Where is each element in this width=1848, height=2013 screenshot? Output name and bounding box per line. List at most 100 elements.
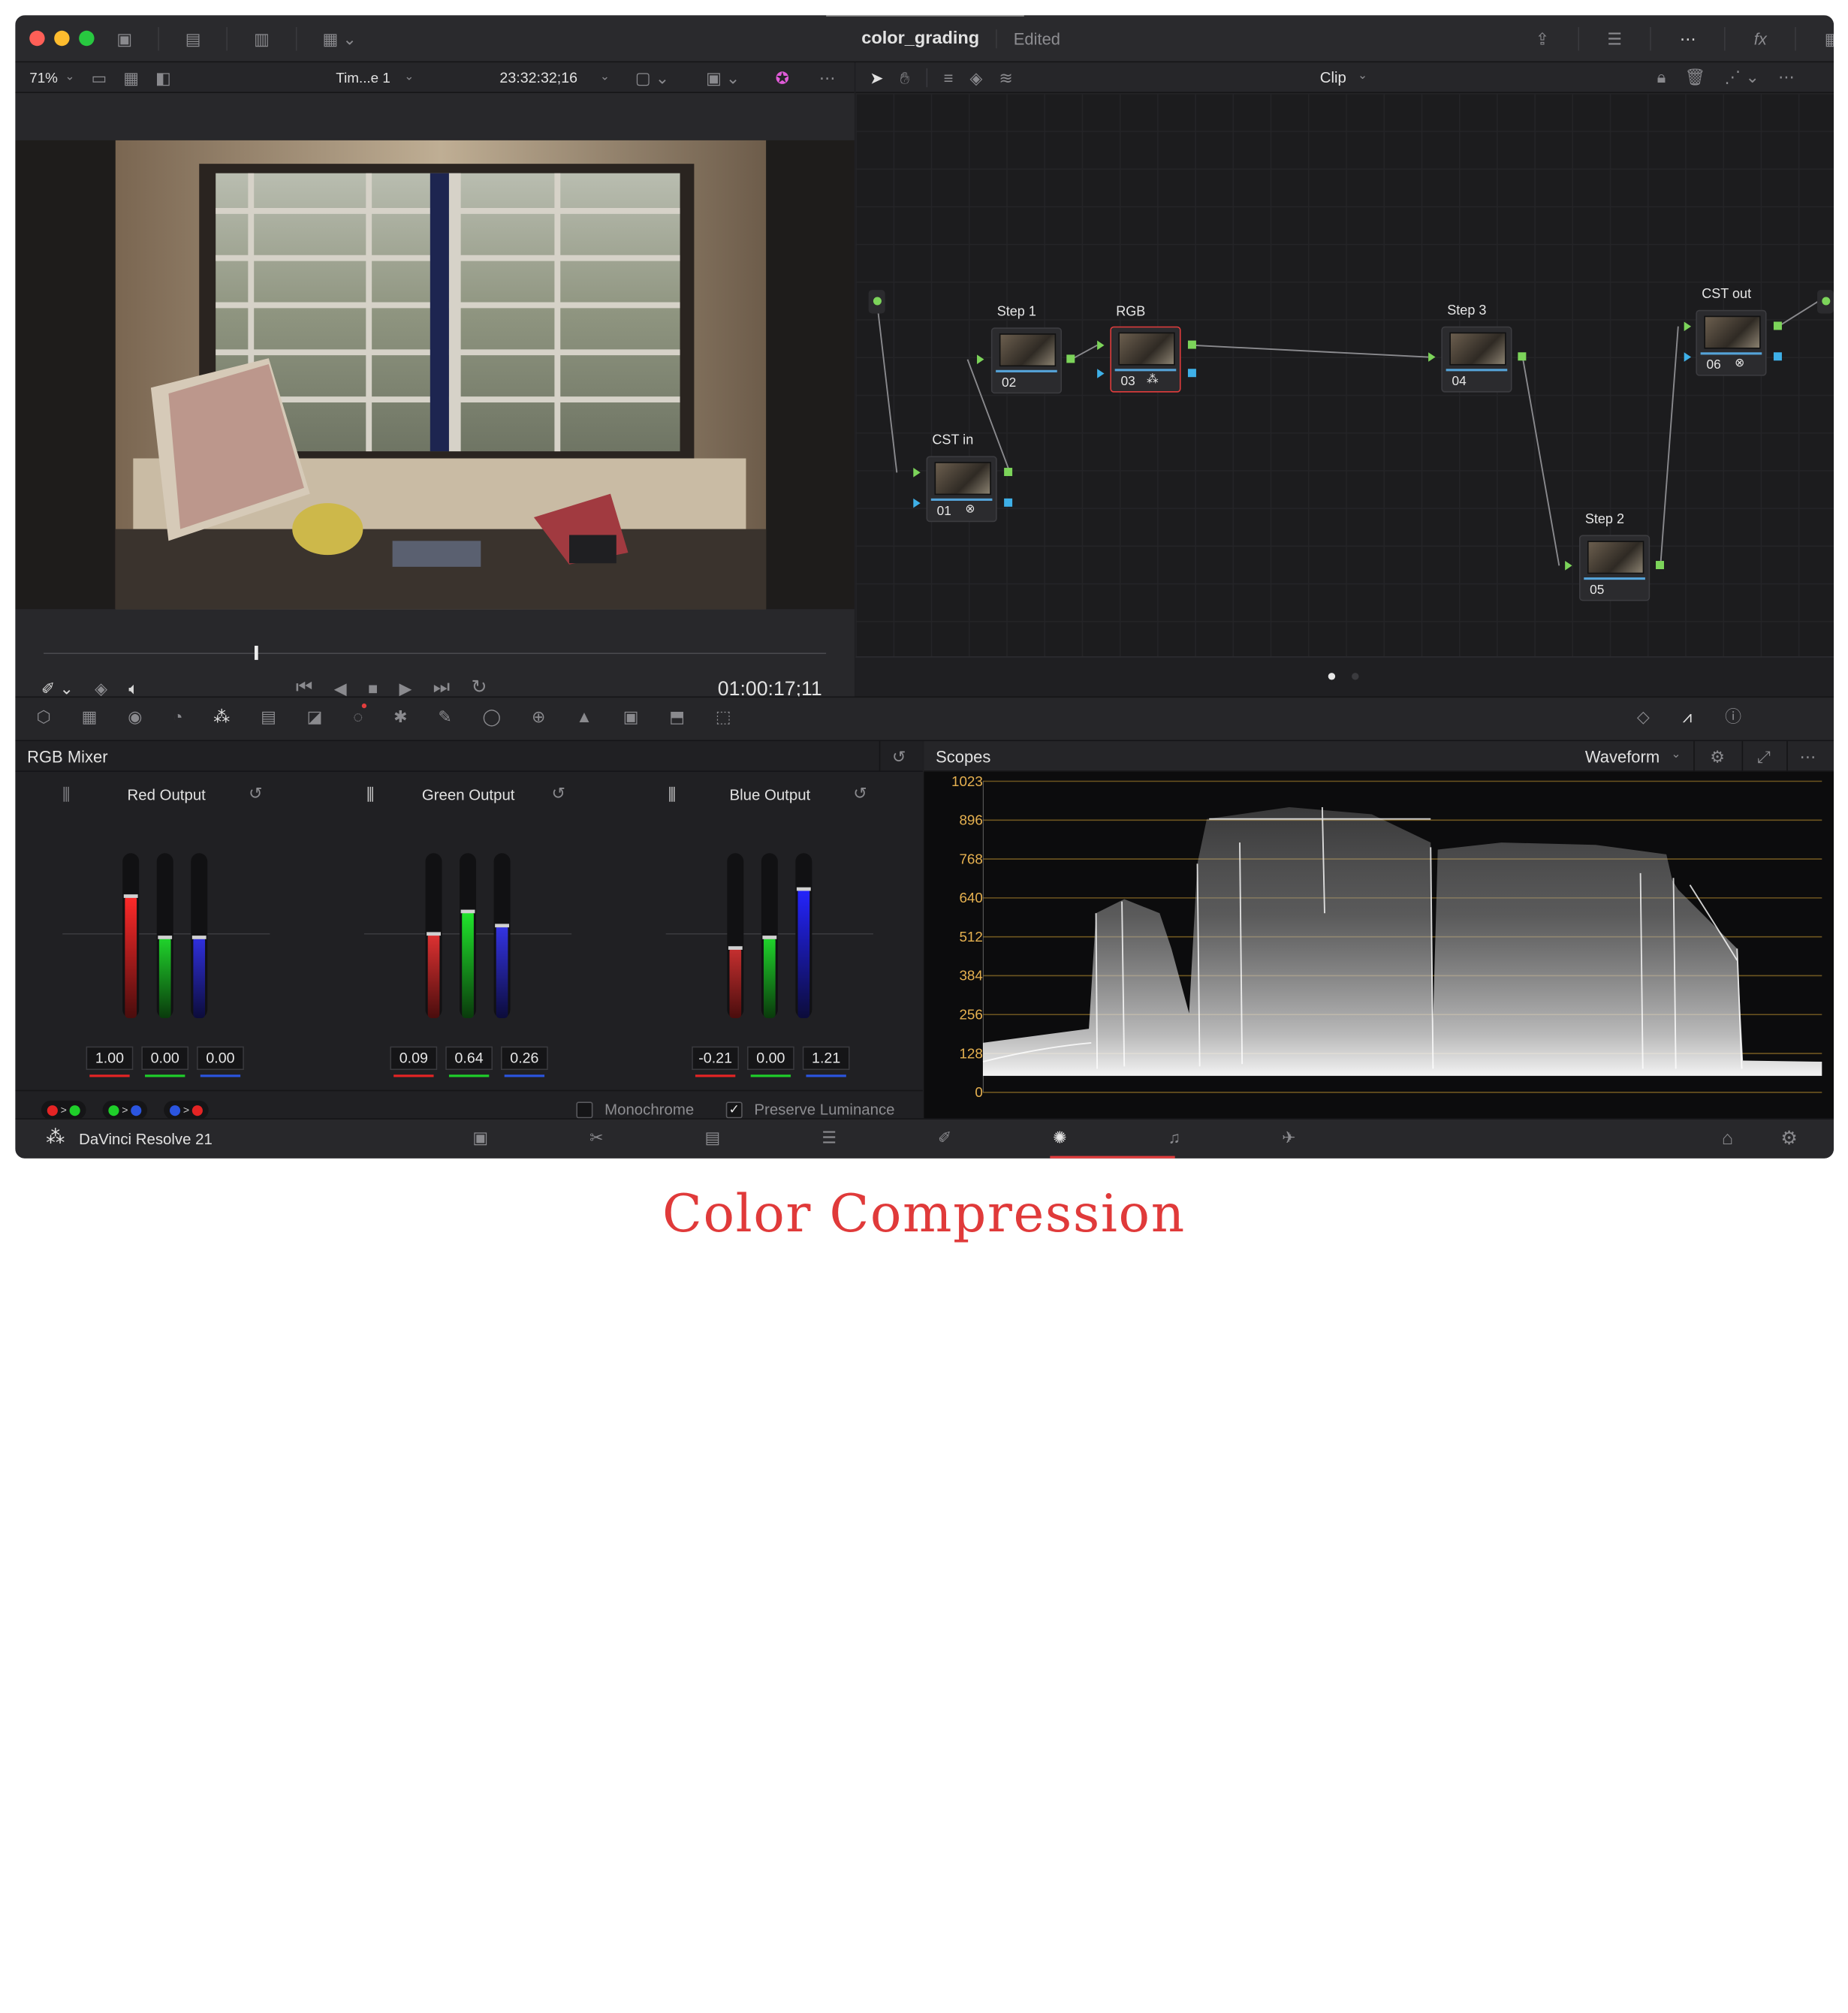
lock-icon[interactable]: 🔒︎ [1657,68,1666,85]
play-reverse-icon[interactable]: ◀ [334,680,347,697]
home-icon[interactable]: ⌂ [1722,1129,1733,1149]
fusion-page-icon[interactable]: ✐ [938,1129,951,1145]
input-rgb-port[interactable] [1428,352,1436,362]
output-key-port[interactable] [1773,352,1782,361]
output-rgb-port[interactable] [1004,468,1013,477]
blue-channel-slider[interactable] [191,853,208,1018]
eyedropper-icon[interactable]: ✐ ⌄ [41,680,74,697]
output-rgb-port[interactable] [1773,321,1782,330]
chevron-down-icon[interactable]: ⌄ [600,71,610,83]
output-key-port[interactable] [1187,369,1196,378]
primaries-icon[interactable]: ◉ [128,708,142,725]
keyframe-icon[interactable]: ◇ [1637,708,1650,725]
reset-icon[interactable]: ↺ [249,785,262,801]
swap-blue-red-button[interactable]: > [164,1100,209,1120]
input-rgb-port[interactable] [1684,321,1692,332]
blur-icon[interactable]: ▲ [576,708,592,725]
nodes-icon[interactable]: ⋯ [1680,31,1696,47]
scope-mode-dropdown[interactable]: Waveform [1585,747,1660,766]
reset-icon[interactable]: ↺ [551,785,565,801]
blue-channel-slider[interactable] [795,853,812,1018]
green-value[interactable]: 0.00 [141,1046,189,1071]
lut-icon[interactable]: ▦ ⌄ [323,31,357,47]
output-rgb-port[interactable] [1656,561,1664,570]
close-window-button[interactable] [29,30,45,47]
swap-red-green-button[interactable]: > [41,1100,86,1120]
key-icon[interactable]: ▣ [623,708,639,725]
output-rgb-port[interactable] [1518,352,1527,361]
node-06[interactable]: CST out 06 ⊗ [1696,288,1767,376]
effects-icon[interactable]: fx [1754,31,1767,47]
skip-to-start-icon[interactable]: ⏮ [296,678,313,698]
loop-icon[interactable]: ↻ [472,678,487,698]
hdr-output-icon[interactable]: ▣ ⌄ [706,69,740,86]
cut-page-icon[interactable]: ✂ [589,1129,603,1145]
input-key-port[interactable] [1097,369,1105,378]
warper-mesh-icon[interactable]: ✱ [393,708,407,725]
timeline-name[interactable]: Tim...e 1 [336,69,390,86]
output-key-port[interactable] [1004,498,1013,507]
node-02[interactable]: Step 1 02 [990,305,1063,394]
playhead[interactable] [255,646,259,660]
output-rgb-port[interactable] [1066,354,1075,363]
green-value[interactable]: 0.00 [746,1046,794,1071]
red-value[interactable]: 0.09 [390,1046,438,1071]
green-channel-slider[interactable] [156,853,173,1018]
scrubber-track[interactable] [44,652,827,655]
input-key-port[interactable] [913,498,921,508]
input-rgb-port[interactable] [1565,561,1572,571]
sizing-icon[interactable]: ⬒ [669,708,685,725]
minimize-window-button[interactable] [54,30,70,47]
hdr-icon[interactable]: ◔ [173,708,182,725]
node-05[interactable]: Step 2 05 [1578,513,1651,601]
edit-page-icon[interactable]: ▤ [704,1129,720,1145]
blue-channel-slider[interactable] [493,853,511,1018]
node-03-selected[interactable]: RGB 03 ⁂ [1110,305,1181,393]
source-timecode[interactable]: 23:32:32;16 [499,69,577,86]
settings-gear-icon[interactable]: ⚙ [1780,1129,1798,1149]
layers-icon[interactable]: ◈ [95,680,107,697]
split-viewer-icon[interactable]: ▦ [123,69,139,86]
chevron-down-icon[interactable]: ⌄ [1671,749,1681,761]
green-value[interactable]: 0.64 [445,1046,493,1071]
node-04[interactable]: Step 3 04 [1441,304,1512,393]
media-page-icon[interactable]: ▣ [472,1129,488,1145]
rgb-mixer-icon[interactable]: ⁂ [213,708,230,725]
color-warper-icon[interactable]: ◌ [353,708,363,725]
fairlight-page-icon[interactable]: ♫ [1168,1129,1180,1145]
scope-settings-icon[interactable]: ⚙ [1710,749,1725,765]
node-graph-icon[interactable]: ⋰ ⌄ [1724,68,1759,85]
qualifier-icon[interactable]: ✎ [438,708,451,725]
green-channel-slider[interactable] [460,853,477,1018]
stop-icon[interactable]: ■ [368,680,378,697]
clips-icon[interactable]: ▤ [185,31,201,47]
red-channel-slider[interactable] [122,853,140,1018]
keyframes-icon[interactable]: ▦ [1825,31,1834,47]
node-mode-dropdown[interactable]: Clip [1320,68,1346,86]
reset-all-icon[interactable]: ↺ [892,749,906,765]
node-layers-icon[interactable]: ◈ [969,70,982,86]
auto-balance-icon[interactable]: ⫼ [366,786,374,803]
zoom-window-button[interactable] [79,30,95,47]
more-options-icon[interactable]: ⋯ [1778,68,1795,85]
expand-icon[interactable]: ⤢ [1757,749,1771,765]
red-value[interactable]: 1.00 [86,1046,134,1071]
node-align-icon[interactable]: ≡ [944,70,954,86]
input-rgb-port[interactable] [913,468,921,478]
node-cleanup-icon[interactable]: ≋ [999,70,1012,86]
curves-icon[interactable]: ◪ [307,708,323,725]
reset-icon[interactable]: ↺ [853,785,867,801]
single-viewer-icon[interactable]: ▭ [92,69,107,86]
more-options-icon[interactable]: ⋯ [1799,749,1816,765]
input-rgb-port[interactable] [977,354,984,364]
color-picker-icon[interactable]: ✪ [776,69,789,86]
hand-icon[interactable]: ✋︎ [900,70,910,86]
zoom-dropdown[interactable]: 71% [29,69,58,86]
share-icon[interactable]: ⇪ [1536,31,1549,47]
auto-balance-icon[interactable]: ⫼ [668,786,676,803]
pointer-icon[interactable]: ➤ [870,70,883,86]
media-pool-icon[interactable]: ▣ [116,31,132,47]
page-dot[interactable] [1352,673,1359,680]
preserve-luminance-checkbox[interactable]: ✓ [725,1101,743,1118]
monochrome-checkbox[interactable] [576,1101,593,1118]
